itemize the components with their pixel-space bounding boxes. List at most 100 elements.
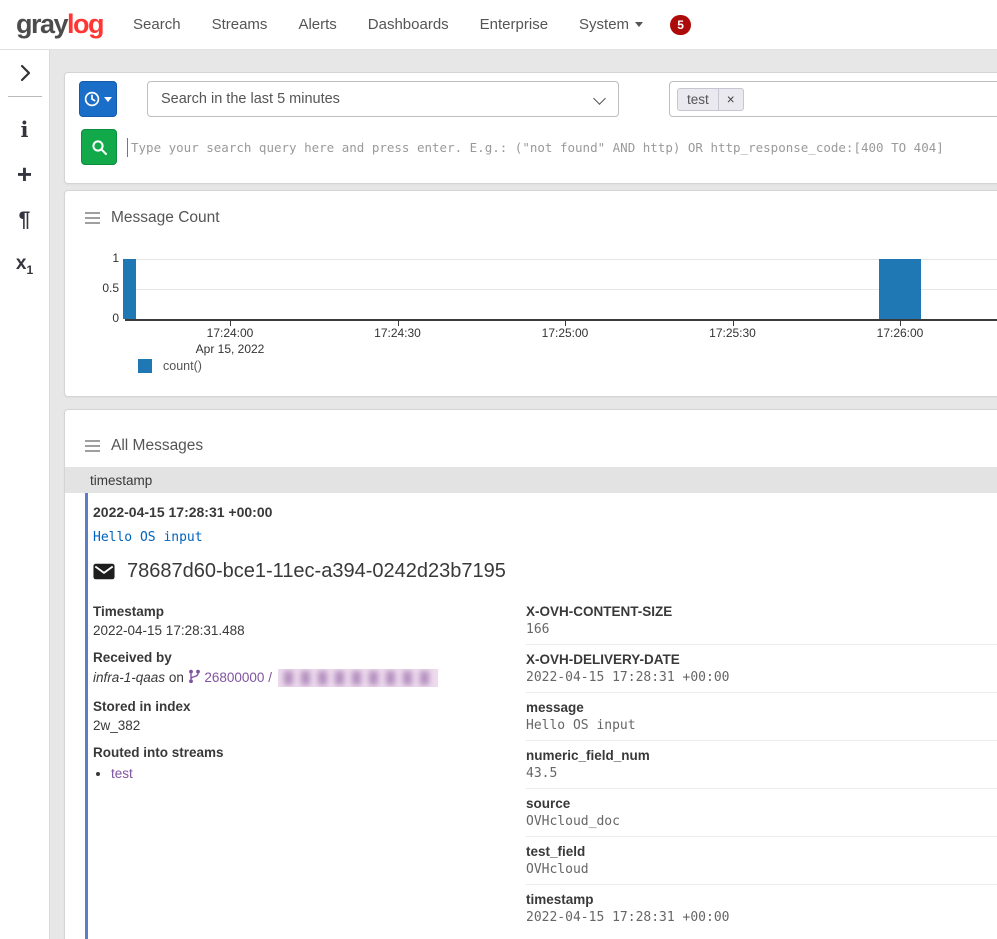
stream-filter-input[interactable]: test ×	[669, 81, 997, 117]
all-messages-widget: All Messages timestamp 2022-04-15 17:28:…	[64, 409, 997, 939]
message-details: Timestamp 2022-04-15 17:28:31.488 Receiv…	[93, 604, 997, 932]
meta-stored-index-value: 2w_382	[93, 718, 526, 733]
field-row: X-OVH-DELIVERY-DATE 2022-04-15 17:28:31 …	[526, 644, 997, 692]
nav-item-system[interactable]: System	[579, 16, 643, 33]
pilcrow-icon: ¶	[19, 208, 31, 232]
node-name: infra-1-qaas	[93, 670, 165, 685]
message-row: 2022-04-15 17:28:31 +00:00 Hello OS inpu…	[85, 493, 997, 939]
search-icon	[91, 139, 108, 156]
input-link[interactable]: 26800000 /	[204, 670, 272, 685]
chevron-right-icon	[18, 63, 32, 83]
message-count-widget: Message Count 10.5017:24:0017:24:3017:25…	[64, 190, 997, 397]
logo-text-gray: gray	[16, 9, 67, 39]
legend-label: count()	[163, 359, 202, 373]
nav-item-alerts[interactable]: Alerts	[298, 16, 336, 33]
meta-received-by-value: infra-1-qaas on 26800000 /	[93, 669, 526, 687]
message-timestamp[interactable]: 2022-04-15 17:28:31 +00:00	[93, 504, 997, 520]
field-value: Hello OS input	[526, 718, 997, 734]
chart-gridline	[125, 259, 997, 260]
field-value: OVHcloud_doc	[526, 814, 997, 830]
all-messages-widget-header: All Messages	[85, 437, 203, 455]
drag-handle-icon[interactable]	[85, 440, 100, 452]
field-row: test_field OVHcloud	[526, 836, 997, 884]
plus-icon: +	[17, 159, 32, 190]
search-bar-card: Search in the last 5 minutes test × Type…	[64, 72, 997, 184]
chart-bar	[123, 259, 137, 319]
search-submit-button[interactable]	[81, 129, 117, 165]
field-name[interactable]: source	[526, 796, 997, 811]
code-branch-icon	[188, 669, 201, 684]
meta-received-by-label: Received by	[93, 650, 526, 665]
field-name[interactable]: X-OVH-DELIVERY-DATE	[526, 652, 997, 667]
top-navbar: graylog Search Streams Alerts Dashboards…	[0, 0, 997, 50]
field-name[interactable]: test_field	[526, 844, 997, 859]
main-content: Search in the last 5 minutes test × Type…	[50, 50, 997, 939]
table-column-header-timestamp[interactable]: timestamp	[65, 467, 997, 493]
x-axis-date-label: Apr 15, 2022	[185, 342, 275, 356]
meta-stored-index-label: Stored in index	[93, 699, 526, 714]
x-axis-tick-label: 17:24:30	[353, 326, 443, 340]
y-axis-tick-label: 1	[79, 251, 119, 265]
field-name[interactable]: X-OVH-CONTENT-SIZE	[526, 604, 997, 619]
caret-down-icon	[104, 97, 112, 102]
message-summary[interactable]: Hello OS input	[93, 530, 997, 545]
sidebar-create-button[interactable]: +	[0, 152, 49, 197]
graylog-logo[interactable]: graylog	[16, 9, 103, 40]
sidebar-formatting-button[interactable]: ¶	[0, 197, 49, 242]
chart-bar	[879, 259, 921, 319]
timerange-selected-option: Search in the last 5 minutes	[161, 91, 340, 107]
field-row: source OVHcloud_doc	[526, 788, 997, 836]
sidebar-fields-button[interactable]: x1	[0, 242, 49, 287]
nav-item-streams[interactable]: Streams	[212, 16, 268, 33]
field-value: 166	[526, 622, 997, 638]
subscript-x1-icon: x1	[16, 253, 33, 277]
stream-tag-label: test	[678, 89, 718, 110]
nav-item-search[interactable]: Search	[133, 16, 181, 33]
message-id-text: 78687d60-bce1-11ec-a394-0242d23b7195	[127, 560, 506, 583]
logo-text-log: log	[67, 9, 103, 39]
field-name[interactable]: message	[526, 700, 997, 715]
sidebar-expand-button[interactable]	[0, 58, 49, 88]
field-name[interactable]: numeric_field_num	[526, 748, 997, 763]
message-id-heading[interactable]: 78687d60-bce1-11ec-a394-0242d23b7195	[93, 560, 997, 583]
nav-item-system-label: System	[579, 16, 629, 33]
meta-routed-streams-label: Routed into streams	[93, 745, 526, 760]
y-axis-tick-label: 0.5	[79, 281, 119, 295]
message-count-chart: 10.5017:24:0017:24:3017:25:0017:25:3017:…	[65, 191, 997, 396]
message-meta-column: Timestamp 2022-04-15 17:28:31.488 Receiv…	[93, 604, 526, 932]
x-axis-tick-label: 17:25:30	[688, 326, 778, 340]
field-row: message Hello OS input	[526, 692, 997, 740]
message-fields: X-OVH-CONTENT-SIZE 166 X-OVH-DELIVERY-DA…	[526, 604, 997, 932]
timerange-select[interactable]: Search in the last 5 minutes	[147, 81, 619, 117]
caret-down-icon	[635, 22, 643, 27]
field-value: 2022-04-15 17:28:31 +00:00	[526, 670, 997, 686]
stream-list-item: test	[111, 766, 526, 781]
meta-timestamp-label: Timestamp	[93, 604, 526, 619]
legend-swatch	[138, 359, 152, 373]
chart-gridline	[125, 289, 997, 290]
text-cursor	[127, 138, 128, 157]
x-axis-tick-label: 17:25:00	[520, 326, 610, 340]
field-row: numeric_field_num 43.5	[526, 740, 997, 788]
stream-filter-tag: test ×	[677, 88, 744, 111]
clock-icon	[84, 91, 100, 107]
sidebar-divider	[8, 96, 42, 97]
timerange-type-button[interactable]	[79, 81, 117, 117]
notification-count-badge[interactable]: 5	[670, 15, 691, 35]
field-name[interactable]: timestamp	[526, 892, 997, 907]
stream-link[interactable]: test	[111, 766, 133, 781]
x-axis-tick-label: 17:26:00	[855, 326, 945, 340]
redacted-input-name	[278, 669, 438, 687]
search-query-input[interactable]: Type your search query here and press en…	[127, 129, 997, 165]
sidebar-description-button[interactable]: i	[0, 107, 49, 152]
routed-streams-list: test	[111, 766, 526, 781]
nav-item-dashboards[interactable]: Dashboards	[368, 16, 449, 33]
meta-timestamp-value: 2022-04-15 17:28:31.488	[93, 623, 526, 638]
field-value: 43.5	[526, 766, 997, 782]
nav-item-enterprise[interactable]: Enterprise	[480, 16, 548, 33]
x-axis-tick-label: 17:24:00	[185, 326, 275, 340]
chart-legend[interactable]: count()	[138, 359, 202, 373]
tag-remove-button[interactable]: ×	[718, 89, 743, 110]
field-value: OVHcloud	[526, 862, 997, 878]
chevron-down-icon	[593, 92, 606, 105]
